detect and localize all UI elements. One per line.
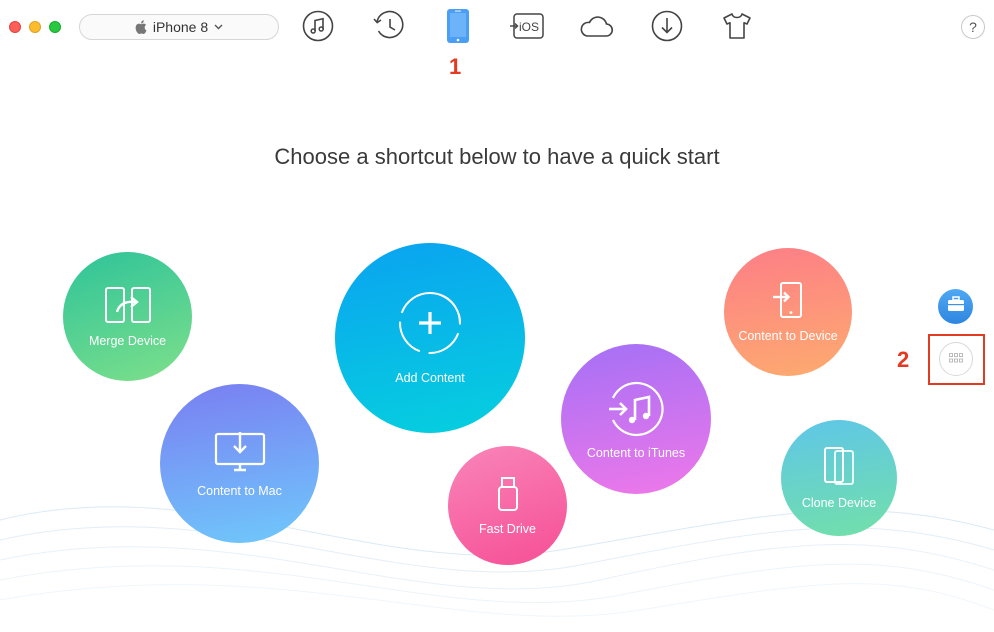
music-tool-button[interactable]	[300, 10, 336, 46]
minimize-window-button[interactable]	[29, 21, 41, 33]
chevron-down-icon	[214, 24, 223, 30]
content-to-mac-label: Content to Mac	[197, 483, 282, 498]
content-to-mac-shortcut[interactable]: Content to Mac	[160, 384, 319, 543]
content-to-itunes-label: Content to iTunes	[586, 446, 686, 460]
phone-import-icon	[771, 281, 805, 319]
history-tool-button[interactable]	[371, 10, 407, 46]
usb-drive-icon	[497, 476, 519, 512]
clone-device-label: Clone Device	[801, 496, 877, 510]
download-tool-button[interactable]	[649, 10, 685, 46]
add-content-shortcut[interactable]: Add Content	[335, 243, 525, 433]
monitor-download-icon	[214, 430, 266, 474]
tshirt-icon	[722, 11, 752, 46]
zoom-window-button[interactable]	[49, 21, 61, 33]
close-window-button[interactable]	[9, 21, 21, 33]
merge-device-label: Merge Device	[88, 333, 167, 348]
tshirt-tool-button[interactable]	[719, 10, 755, 46]
merge-device-shortcut[interactable]: Merge Device	[63, 252, 192, 381]
grid-icon	[949, 350, 963, 368]
fast-drive-shortcut[interactable]: Fast Drive	[448, 446, 567, 565]
ios-transfer-icon: iOS	[509, 12, 545, 45]
clone-device-shortcut[interactable]: Clone Device	[781, 420, 897, 536]
annotation-number-two: 2	[897, 347, 910, 372]
device-selector[interactable]: iPhone 8	[79, 14, 279, 40]
toolbox-button[interactable]	[938, 289, 973, 324]
ios-mover-tool-button[interactable]: iOS	[509, 10, 545, 46]
briefcase-icon	[947, 296, 965, 317]
content-to-itunes-shortcut[interactable]: Content to iTunes	[561, 344, 711, 494]
annotation-number-one: 1	[449, 54, 462, 79]
page-headline: Choose a shortcut below to have a quick …	[274, 144, 720, 169]
help-button[interactable]: ?	[961, 15, 985, 39]
plus-circle-icon	[398, 291, 462, 355]
fast-drive-label: Fast Drive	[479, 521, 536, 536]
device-tool-button[interactable]	[440, 8, 476, 49]
apple-icon	[135, 20, 147, 34]
content-to-device-shortcut[interactable]: Content to Device	[724, 248, 852, 376]
music-note-icon	[302, 10, 334, 47]
icloud-tool-button[interactable]	[578, 10, 614, 46]
phone-icon	[446, 8, 470, 49]
all-shortcuts-button[interactable]	[939, 342, 973, 376]
toolbar: iPhone 8 iOS ?	[0, 0, 994, 56]
download-icon	[651, 10, 683, 47]
content-to-device-label: Content to Device	[738, 329, 838, 343]
clone-phone-icon	[822, 446, 856, 486]
add-content-label: Add Content	[395, 371, 465, 385]
help-label: ?	[969, 19, 977, 35]
svg-text:iOS: iOS	[519, 20, 539, 34]
cloud-icon	[578, 13, 614, 44]
history-clock-icon	[372, 10, 406, 47]
device-name: iPhone 8	[152, 19, 209, 35]
merge-device-icon	[104, 286, 152, 324]
itunes-import-icon	[605, 378, 667, 440]
